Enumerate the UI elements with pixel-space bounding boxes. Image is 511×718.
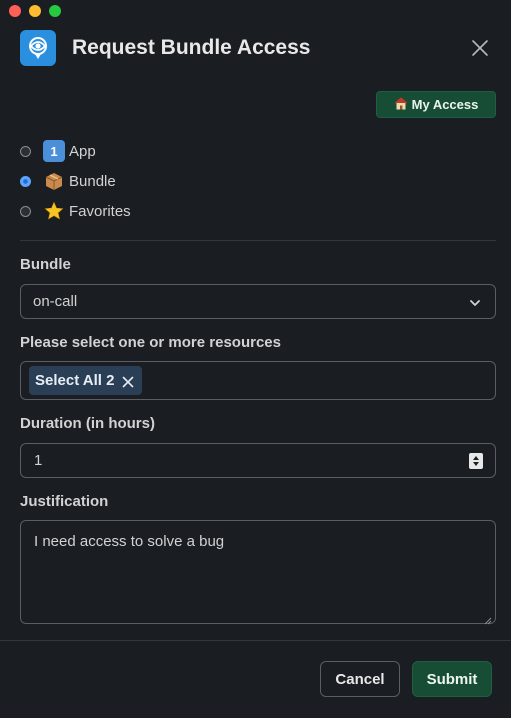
radio-app[interactable] [20, 145, 31, 157]
resource-chip: Select All 2 [29, 366, 143, 395]
section-divider [20, 240, 496, 241]
footer-divider [0, 640, 511, 641]
close-window-button[interactable] [9, 5, 21, 17]
radio-bundle[interactable] [20, 175, 31, 187]
radio-favorites[interactable] [20, 205, 31, 217]
stepper-down-icon[interactable] [473, 462, 479, 466]
resource-chip-label: Select All 2 [35, 372, 115, 389]
resources-label: Please select one or more resources [20, 334, 281, 351]
justification-value: I need access to solve a bug [34, 533, 225, 550]
my-access-label: My Access [411, 97, 479, 112]
request-type-radio-group: 1 App Bundle Favorites [20, 136, 131, 226]
radio-bundle-label: Bundle [69, 172, 116, 190]
close-icon[interactable] [469, 37, 491, 59]
stepper-up-icon[interactable] [473, 456, 479, 460]
remove-chip-icon[interactable] [122, 375, 134, 387]
window-controls [9, 5, 61, 17]
modal-title: Request Bundle Access [72, 36, 311, 59]
zoom-window-button[interactable] [49, 5, 61, 17]
radio-favorites-label: Favorites [69, 202, 131, 220]
star-icon [43, 200, 65, 222]
house-icon [394, 96, 408, 113]
modal-header: Request Bundle Access [20, 30, 495, 66]
my-access-button[interactable]: My Access [376, 91, 496, 118]
submit-button[interactable]: Submit [412, 661, 492, 697]
justification-textarea[interactable]: I need access to solve a bug [20, 520, 496, 625]
radio-app-label: App [69, 142, 96, 160]
resources-multiselect[interactable]: Select All 2 [20, 361, 496, 400]
duration-value: 1 [34, 452, 43, 469]
keycap-one-icon: 1 [43, 140, 65, 162]
app-logo-icon [20, 30, 56, 66]
number-stepper[interactable] [469, 453, 483, 469]
duration-input[interactable]: 1 [20, 443, 496, 478]
bundle-label: Bundle [20, 256, 71, 273]
justification-label: Justification [20, 493, 109, 510]
resize-handle-icon[interactable] [484, 612, 492, 625]
radio-option-app[interactable]: 1 App [20, 136, 131, 166]
radio-option-bundle[interactable]: Bundle [20, 166, 131, 196]
duration-label: Duration (in hours) [20, 415, 155, 432]
package-icon [43, 170, 65, 192]
chevron-down-icon [469, 296, 481, 308]
cancel-button[interactable]: Cancel [320, 661, 400, 697]
bundle-select[interactable]: on-call [20, 284, 496, 319]
radio-option-favorites[interactable]: Favorites [20, 196, 131, 226]
minimize-window-button[interactable] [29, 5, 41, 17]
bundle-select-value: on-call [33, 293, 78, 310]
